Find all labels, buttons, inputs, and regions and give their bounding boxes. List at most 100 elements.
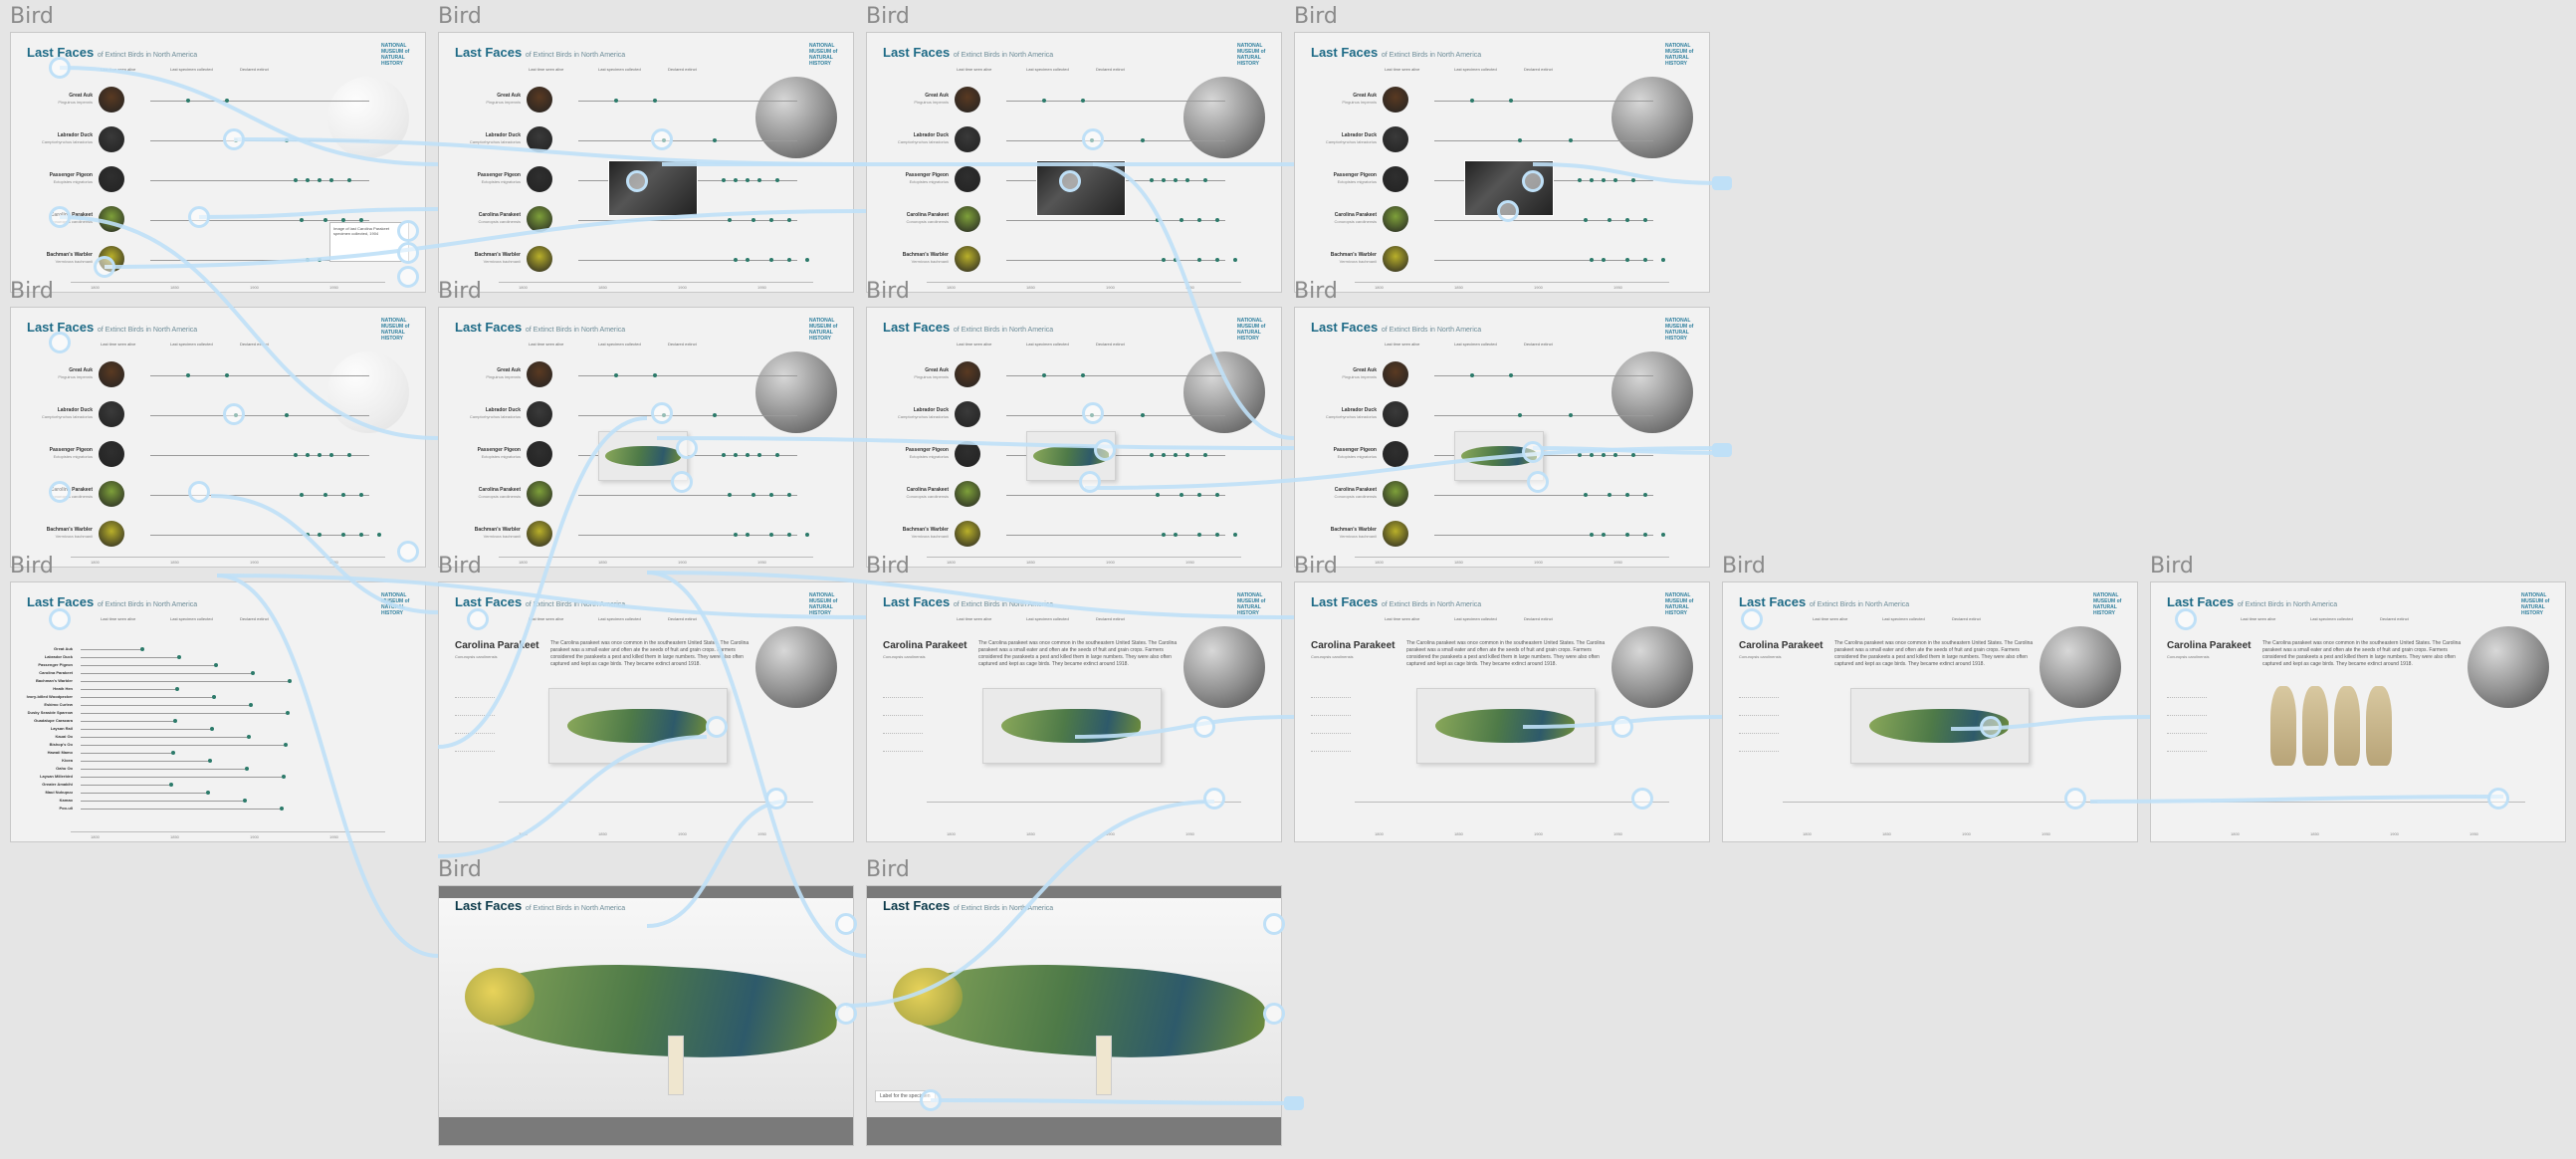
timeline-marker[interactable] [1180,493,1183,497]
link-hotspot[interactable] [765,788,787,810]
list-bird-name[interactable]: Kauai Oo [13,734,73,739]
timeline-marker[interactable] [787,533,791,537]
list-marker[interactable] [208,759,212,763]
globe[interactable] [2468,626,2549,708]
bird-portrait[interactable] [99,481,124,507]
link-hotspot[interactable] [94,256,115,278]
link-hotspot[interactable] [1522,170,1544,192]
timeline-marker[interactable] [1602,453,1606,457]
bird-row[interactable]: Great Auk Pinguinus impennis [11,359,425,395]
frame-f6[interactable]: Last Faces of Extinct Birds in North Ame… [438,307,854,568]
specimen-thumbnail[interactable] [1036,160,1126,216]
list-marker[interactable] [282,775,286,779]
timeline-marker[interactable] [1174,258,1178,262]
timeline-marker[interactable] [1643,258,1647,262]
list-marker[interactable] [243,799,247,803]
link-hotspot[interactable] [188,481,210,503]
timeline-marker[interactable] [1215,218,1219,222]
bird-portrait[interactable] [99,361,124,387]
list-bird-name[interactable]: Hawaii Mamo [13,750,73,755]
timeline-marker[interactable] [377,533,381,537]
list-bird-name[interactable]: Kioea [13,758,73,763]
timeline-marker[interactable] [294,453,298,457]
timeline-marker[interactable] [1470,99,1474,103]
timeline-marker[interactable] [1578,453,1582,457]
list-bird-name[interactable]: Carolina Parakeet [13,670,73,675]
link-hotspot[interactable] [920,1089,942,1111]
timeline-marker[interactable] [359,493,363,497]
bird-portrait[interactable] [1383,87,1408,113]
bird-row[interactable]: Carolina Parakeet Conuropsis carolinensis [1295,479,1709,515]
timeline-marker[interactable] [746,178,750,182]
list-marker[interactable] [280,807,284,811]
list-marker[interactable] [212,695,216,699]
bird-portrait[interactable] [527,361,552,387]
timeline-marker[interactable] [614,99,618,103]
frame-f9[interactable]: Last Faces of Extinct Birds in North Ame… [10,581,426,842]
timeline-marker[interactable] [1156,493,1160,497]
list-bird-name[interactable]: Kamao [13,798,73,803]
link-hotspot[interactable] [626,170,648,192]
bird-portrait[interactable] [955,126,980,152]
timeline-marker[interactable] [1584,493,1588,497]
timeline-marker[interactable] [805,258,809,262]
bird-portrait[interactable] [955,87,980,113]
link-hotspot[interactable] [1980,716,2002,738]
timeline-marker[interactable] [1197,258,1201,262]
list-marker[interactable] [171,751,175,755]
bird-row[interactable]: Great Auk Pinguinus impennis [1295,359,1709,395]
link-hotspot[interactable] [651,128,673,150]
bird-portrait[interactable] [527,246,552,272]
list-marker[interactable] [214,663,218,667]
list-marker[interactable] [140,647,144,651]
timeline-marker[interactable] [1215,533,1219,537]
list-bird-name[interactable]: Bishop's Oo [13,742,73,747]
link-hotspot[interactable] [188,206,210,228]
specimen-card[interactable] [548,688,728,764]
link-hotspot[interactable] [2064,788,2086,810]
list-marker[interactable] [169,783,173,787]
list-bird-name[interactable]: Oahu Oo [13,766,73,771]
list-marker[interactable] [245,767,249,771]
timeline-marker[interactable] [1197,493,1201,497]
bird-portrait[interactable] [955,361,980,387]
link-hotspot[interactable] [706,716,728,738]
link-hotspot[interactable] [49,481,71,503]
timeline-marker[interactable] [1631,453,1635,457]
bird-portrait[interactable] [1383,521,1408,547]
timeline-marker[interactable] [614,373,618,377]
bird-portrait[interactable] [955,166,980,192]
bird-portrait[interactable] [1383,206,1408,232]
link-hotspot[interactable] [676,437,698,459]
timeline-marker[interactable] [1608,218,1611,222]
link-hotspot[interactable] [49,206,71,228]
link-hotspot[interactable] [2175,608,2197,630]
timeline-marker[interactable] [757,453,761,457]
link-hotspot[interactable] [397,220,419,242]
timeline-marker[interactable] [1590,533,1594,537]
bird-portrait[interactable] [99,401,124,427]
bird-portrait[interactable] [1383,246,1408,272]
bird-portrait[interactable] [1383,361,1408,387]
timeline-marker[interactable] [757,178,761,182]
link-hotspot[interactable] [671,471,693,493]
timeline-marker[interactable] [1625,493,1629,497]
bird-portrait[interactable] [99,441,124,467]
timeline-marker[interactable] [1590,178,1594,182]
timeline-marker[interactable] [787,493,791,497]
link-hotspot[interactable] [1079,471,1101,493]
bird-row[interactable]: Great Auk Pinguinus impennis [439,359,853,395]
timeline-marker[interactable] [300,218,304,222]
specimen-card[interactable] [1416,688,1596,764]
bird-row[interactable]: Labrador Duck Camptorhynchus labradorius [439,399,853,435]
frame-f3[interactable]: Last Faces of Extinct Birds in North Ame… [866,32,1282,293]
timeline-marker[interactable] [1518,413,1522,417]
bird-portrait[interactable] [1383,441,1408,467]
list-marker[interactable] [284,743,288,747]
timeline-marker[interactable] [1569,138,1573,142]
skin-specimen[interactable] [2270,686,2296,766]
timeline-marker[interactable] [306,533,310,537]
bird-row[interactable]: Carolina Parakeet Conuropsis carolinensis [11,479,425,515]
timeline-marker[interactable] [769,533,773,537]
list-bird-name[interactable]: Dusky Seaside Sparrow [13,710,73,715]
